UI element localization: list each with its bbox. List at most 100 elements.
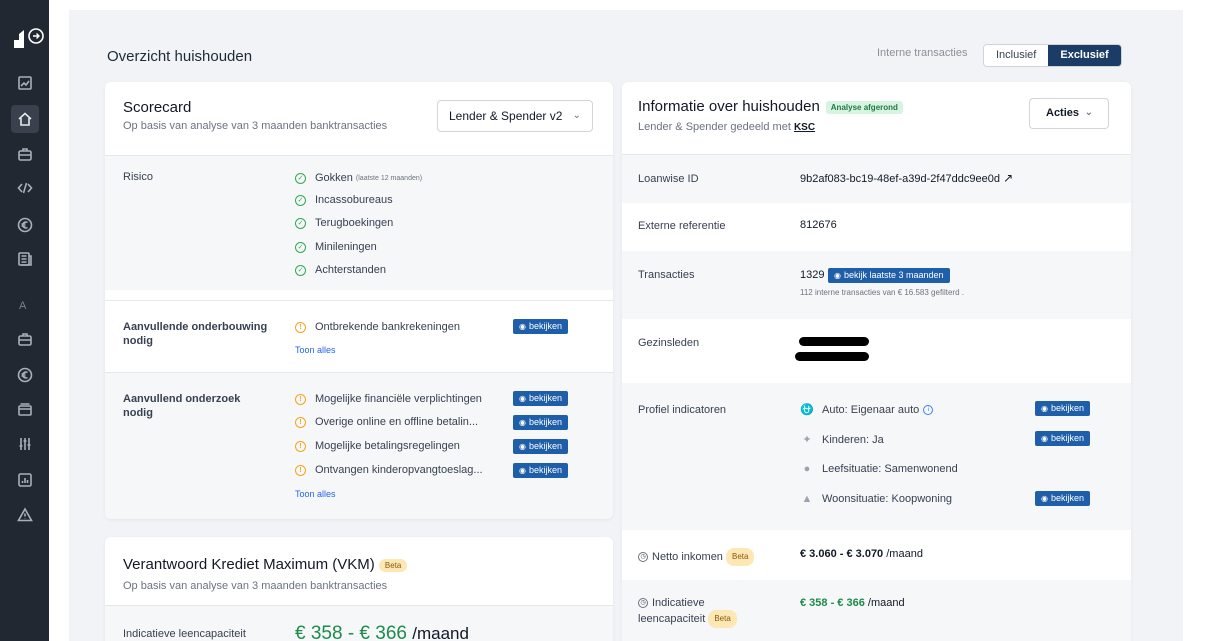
view-button-label: bekijken: [528, 441, 563, 451]
view-button[interactable]: ◉ bekijken: [513, 463, 569, 478]
view-button[interactable]: ◉ bekijken: [1035, 431, 1091, 446]
profile-item-label: Woonsituatie: Koopwoning: [822, 493, 953, 505]
report-icon[interactable]: [14, 469, 36, 491]
warning-icon: !: [295, 464, 306, 476]
extra-basis-item: ! Ontbrekende bankrekeningen: [295, 321, 460, 333]
capacity-label-line2: leencapaciteit: [638, 612, 706, 625]
status-badge: Analyse afgerond: [825, 100, 903, 114]
scorecard-title: Scorecard: [123, 99, 192, 116]
warning-icon: !: [295, 440, 306, 452]
view-button-label: bekijken: [1050, 493, 1085, 503]
home-icon[interactable]: [11, 105, 39, 133]
chart-icon[interactable]: [14, 72, 36, 94]
eye-icon: ◉: [519, 394, 526, 403]
scorecard-card: Scorecard Op basis van analyse van 3 maa…: [105, 82, 613, 519]
code-icon[interactable]: [14, 177, 36, 199]
eye-icon: ◉: [519, 466, 526, 475]
extra-research-item: ! Mogelijke betalingsregelingen: [295, 440, 460, 452]
view-button-label: bekijken: [528, 321, 563, 331]
vkm-subtitle: Op basis van analyse van 3 maanden bankt…: [123, 580, 388, 592]
logo-icon[interactable]: [12, 26, 44, 50]
check-icon: ✓: [295, 194, 306, 206]
eye-icon: ◉: [834, 271, 841, 280]
loanwise-id-label: Loanwise ID: [638, 173, 699, 185]
scorecard-subtitle: Op basis van analyse van 3 maanden bankt…: [123, 120, 388, 132]
extra-research-item: ! Ontvangen kinderopvangtoeslag...: [295, 464, 483, 476]
transactions-count: 1329: [800, 269, 825, 281]
external-link-icon[interactable]: ↗: [1003, 171, 1013, 185]
info-icon[interactable]: i: [923, 404, 934, 415]
risk-item: ✓ Minileningen: [295, 241, 377, 253]
eye-icon: ◉: [519, 322, 526, 331]
external-ref-value: 812676: [800, 219, 837, 231]
model-select-value: Lender & Spender v2: [449, 109, 563, 123]
document-icon[interactable]: [14, 248, 36, 270]
vkm-capacity-unit: /maand: [412, 624, 469, 641]
briefcase-icon[interactable]: [14, 328, 36, 350]
beta-badge: Beta: [708, 610, 737, 628]
redacted-block: [799, 337, 869, 346]
show-all-link[interactable]: Toon alles: [295, 489, 336, 499]
briefcase-icon[interactable]: [14, 143, 36, 165]
view-button-label: bekijken: [1050, 403, 1085, 413]
view-last-3-months-label: bekijk laatste 3 maanden: [843, 270, 944, 280]
view-button-label: bekijken: [528, 465, 563, 475]
main-area: Overzicht huishouden Interne transacties…: [49, 0, 1205, 641]
model-select[interactable]: Lender & Spender v2 ⌄: [437, 100, 593, 132]
view-button[interactable]: ◉ bekijken: [513, 439, 569, 454]
eye-icon: ◉: [519, 418, 526, 427]
profile-item-label: Leefsituatie: Samenwonend: [822, 463, 958, 475]
transactions-note: 112 interne transacties van € 16.583 gef…: [800, 288, 964, 297]
internal-transactions-label: Interne transacties: [877, 47, 968, 59]
redacted-block: [795, 352, 869, 361]
risk-item: ✓ Terugboekingen: [295, 217, 393, 229]
view-button[interactable]: ◉ bekijken: [1035, 401, 1091, 416]
shared-with: Lender & Spender gedeeld met KSC: [638, 121, 815, 133]
check-icon: ✓: [295, 264, 306, 276]
clock-icon: ◷: [638, 598, 648, 609]
view-button[interactable]: ◉ bekijken: [1035, 491, 1091, 506]
net-income-label-text: Netto inkomen: [652, 550, 723, 563]
show-all-link[interactable]: Toon alles: [295, 345, 336, 355]
vkm-capacity-value: € 358 - € 366 /maand: [295, 623, 469, 641]
extra-research-label: Aanvullend onderzoek nodig: [123, 393, 241, 419]
vkm-title-text: Verantwoord Krediet Maximum (VKM): [123, 556, 375, 573]
vkm-card: Verantwoord Krediet Maximum (VKM) Beta O…: [105, 537, 613, 641]
risk-item-note: (laatste 12 maanden): [355, 174, 423, 182]
toggle-exclusive[interactable]: Exclusief: [1048, 45, 1121, 66]
toggle-inclusive[interactable]: Inclusief: [984, 45, 1049, 66]
view-button[interactable]: ◉ bekijken: [513, 415, 569, 430]
warning-icon: !: [295, 321, 306, 333]
euro-icon[interactable]: [14, 214, 36, 236]
risk-item: ✓ Gokken (laatste 12 maanden): [295, 172, 422, 184]
external-ref-label: Externe referentie: [638, 220, 726, 232]
children-icon: ✦: [802, 434, 812, 446]
extra-research-item: ! Mogelijke financiële verplichtingen: [295, 393, 482, 405]
profile-item: ● Leefsituatie: Samenwonend: [800, 463, 958, 475]
card-icon[interactable]: [14, 398, 36, 420]
sliders-icon[interactable]: [14, 433, 36, 455]
extra-research-item: ! Overige online en offline betalin...: [295, 416, 478, 428]
risk-item-label: Terugboekingen: [315, 217, 394, 229]
euro-icon[interactable]: [14, 364, 36, 386]
extra-research-item-label: Overige online en offline betalin...: [315, 416, 479, 428]
vkm-capacity-label: Indicatieve leencapaciteit: [123, 628, 246, 640]
house-icon: ▲: [801, 493, 813, 505]
capacity-label-line1: Indicatieve: [652, 597, 705, 609]
net-income-amount: € 3.060 - € 3.070: [800, 548, 884, 560]
profile-item-label: Kinderen: Ja: [822, 433, 884, 446]
eye-icon: ◉: [519, 442, 526, 451]
view-button-label: bekijken: [1050, 433, 1085, 443]
chevron-down-icon: ⌄: [572, 110, 581, 121]
extra-research-item-label: Mogelijke financiële verplichtingen: [315, 393, 482, 405]
warning-icon[interactable]: [14, 504, 36, 526]
view-button[interactable]: ◉ bekijken: [513, 319, 569, 334]
view-last-3-months-button[interactable]: ◉ bekijk laatste 3 maanden: [828, 268, 950, 283]
sidebar: A: [0, 0, 49, 641]
actions-button[interactable]: Acties ⌄: [1029, 98, 1109, 129]
extra-basis-label: Aanvullende onderbouwing nodig: [123, 321, 268, 347]
view-button[interactable]: ◉ bekijken: [513, 391, 569, 406]
info-title-text: Informatie over huishouden: [638, 98, 820, 115]
transactions-label: Transacties: [638, 269, 695, 281]
shared-with-text: Lender & Spender gedeeld met: [638, 121, 791, 133]
